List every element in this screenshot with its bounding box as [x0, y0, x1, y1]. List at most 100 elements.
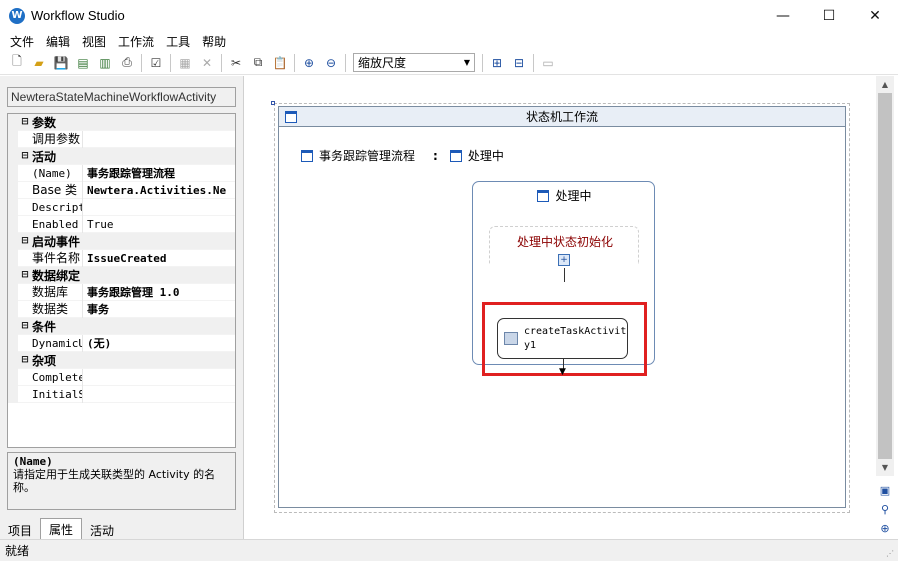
- toolbar-separator: [294, 53, 295, 72]
- panel-tabs: 项目 属性 活动: [0, 518, 243, 539]
- copy-icon[interactable]: ⧉: [247, 53, 269, 73]
- property-row[interactable]: Enabled True: [8, 215, 235, 233]
- menu-file[interactable]: 文件: [4, 33, 40, 50]
- scroll-up-icon[interactable]: ▲: [876, 76, 894, 93]
- property-category[interactable]: ⊟ 启动事件: [8, 232, 235, 250]
- property-name-text: 事件名称: [32, 250, 81, 265]
- object-selector[interactable]: NewteraStateMachineWorkflowActivity: [7, 87, 236, 107]
- state-machine-workflow[interactable]: 状态机工作流 事务跟踪管理流程 : 处理中 处理中 处理中状态初始化 + cre…: [278, 106, 846, 508]
- app-logo-icon: W: [9, 7, 25, 24]
- maximize-button[interactable]: ☐: [806, 0, 852, 31]
- find-icon[interactable]: ⚲: [877, 501, 893, 517]
- scroll-thumb[interactable]: [878, 93, 892, 459]
- property-name: (Name): [18, 164, 83, 182]
- close-button[interactable]: ✕: [852, 0, 898, 31]
- collapse-icon[interactable]: ⊟: [18, 270, 32, 280]
- property-row[interactable]: 数据库 事务跟踪管理 1.0: [8, 283, 235, 301]
- resize-grip-icon[interactable]: ⋰: [886, 549, 894, 558]
- menu-help[interactable]: 帮助: [196, 33, 232, 50]
- property-row[interactable]: DynamicUpd(无): [8, 334, 235, 352]
- property-name: 数据类: [18, 300, 83, 318]
- property-row[interactable]: Base 类 Newtera.Activities.Ne: [8, 181, 235, 199]
- minimize-button[interactable]: —: [760, 0, 806, 31]
- save-all-icon[interactable]: ▥: [94, 53, 116, 73]
- property-name: 事件名称: [18, 249, 83, 267]
- property-category[interactable]: ⊟ 活动: [8, 147, 235, 165]
- zoom-in-icon[interactable]: ⊕: [298, 53, 320, 73]
- category-label: 数据绑定: [32, 268, 81, 283]
- property-value[interactable]: (无): [83, 335, 235, 351]
- menu-tools[interactable]: 工具: [160, 33, 196, 50]
- zoom-in-icon[interactable]: ⊕: [877, 520, 893, 536]
- collapse-icon[interactable]: ⊟: [18, 117, 32, 127]
- vertical-scrollbar[interactable]: ▲ ▼: [876, 76, 894, 476]
- property-value[interactable]: 事务跟踪管理 1.0: [83, 284, 235, 300]
- status-bar: 就绪 ⋰: [0, 539, 898, 561]
- zoom-level-select[interactable]: 缩放尺度 ▼: [353, 53, 475, 72]
- property-category[interactable]: ⊟ 数据绑定: [8, 266, 235, 284]
- collapse-icon[interactable]: ⊟: [18, 355, 32, 365]
- workflow-designer[interactable]: 状态机工作流 事务跟踪管理流程 : 处理中 处理中 处理中状态初始化 + cre…: [243, 76, 876, 539]
- menu-workflow[interactable]: 工作流: [112, 33, 160, 50]
- workflow-breadcrumb: 事务跟踪管理流程 : 处理中: [301, 147, 504, 164]
- validate-icon[interactable]: ☑: [145, 53, 167, 73]
- property-row[interactable]: (Name) 事务跟踪管理流程: [8, 164, 235, 182]
- save-icon[interactable]: 💾: [50, 53, 72, 73]
- insert-activity-icon[interactable]: +: [558, 254, 570, 266]
- row-gutter: [8, 317, 18, 335]
- property-category[interactable]: ⊟ 条件: [8, 317, 235, 335]
- breadcrumb-separator: :: [433, 148, 438, 163]
- print-icon[interactable]: ⎙: [116, 53, 138, 73]
- window-icon: [301, 149, 313, 162]
- menu-edit[interactable]: 编辑: [40, 33, 76, 50]
- new-file-icon[interactable]: 🗋: [6, 53, 28, 73]
- property-row[interactable]: 数据类 事务: [8, 300, 235, 318]
- category-label: 参数: [32, 115, 57, 130]
- window-icon: [285, 111, 297, 123]
- collapse-icon[interactable]: ⊟: [18, 151, 32, 161]
- description-title: (Name): [13, 455, 53, 468]
- property-value[interactable]: 事务: [83, 301, 235, 317]
- property-row[interactable]: Descriptio: [8, 198, 235, 216]
- monitor-icon[interactable]: ▭: [537, 53, 559, 73]
- zoom-out-icon[interactable]: ⊖: [320, 53, 342, 73]
- row-gutter: [8, 130, 18, 148]
- property-name: Enabled: [18, 215, 83, 233]
- cut-icon[interactable]: ✂: [225, 53, 247, 73]
- property-row[interactable]: CompletedS: [8, 368, 235, 386]
- zoom-level-label: 缩放尺度: [358, 56, 407, 70]
- window-icon: [449, 149, 462, 162]
- scroll-down-icon[interactable]: ▼: [876, 459, 894, 476]
- paste-icon[interactable]: 📋: [269, 53, 291, 73]
- expand-icon[interactable]: ⊞: [486, 53, 508, 73]
- save-as-icon[interactable]: ▤: [72, 53, 94, 73]
- property-value[interactable]: Newtera.Activities.Ne: [83, 184, 235, 197]
- property-row[interactable]: 事件名称 IssueCreated: [8, 249, 235, 267]
- tab-project[interactable]: 项目: [0, 520, 40, 539]
- state-link[interactable]: 处理中: [449, 147, 504, 164]
- tab-properties[interactable]: 属性: [40, 518, 83, 539]
- connector-line: [564, 268, 565, 282]
- zoom-fit-icon[interactable]: ▣: [877, 482, 893, 498]
- property-category[interactable]: ⊟ 杂项: [8, 351, 235, 369]
- collapse-icon[interactable]: ⊟: [18, 236, 32, 246]
- delete-icon[interactable]: ✕: [196, 53, 218, 73]
- property-category[interactable]: ⊟ 参数: [8, 114, 235, 131]
- property-row[interactable]: 调用参数: [8, 130, 235, 148]
- workflow-link[interactable]: 事务跟踪管理流程: [301, 147, 415, 164]
- category-label: 活动: [32, 149, 57, 164]
- collapse-icon[interactable]: ⊟: [18, 321, 32, 331]
- menu-view[interactable]: 视图: [76, 33, 112, 50]
- properties-icon[interactable]: ▦: [174, 53, 196, 73]
- open-folder-icon[interactable]: ▰: [28, 53, 50, 73]
- property-value[interactable]: IssueCreated: [83, 252, 235, 265]
- property-value[interactable]: 事务跟踪管理流程: [83, 165, 235, 181]
- collapse-icon[interactable]: ⊟: [508, 53, 530, 73]
- property-value[interactable]: True: [83, 218, 235, 231]
- state-machine-header: 状态机工作流: [279, 107, 845, 127]
- property-row[interactable]: InitialSta: [8, 385, 235, 403]
- tab-activities[interactable]: 活动: [82, 520, 122, 539]
- selection-handle[interactable]: [271, 101, 275, 105]
- row-gutter: [8, 181, 18, 199]
- activity-create-task[interactable]: createTaskActivity1: [497, 318, 628, 359]
